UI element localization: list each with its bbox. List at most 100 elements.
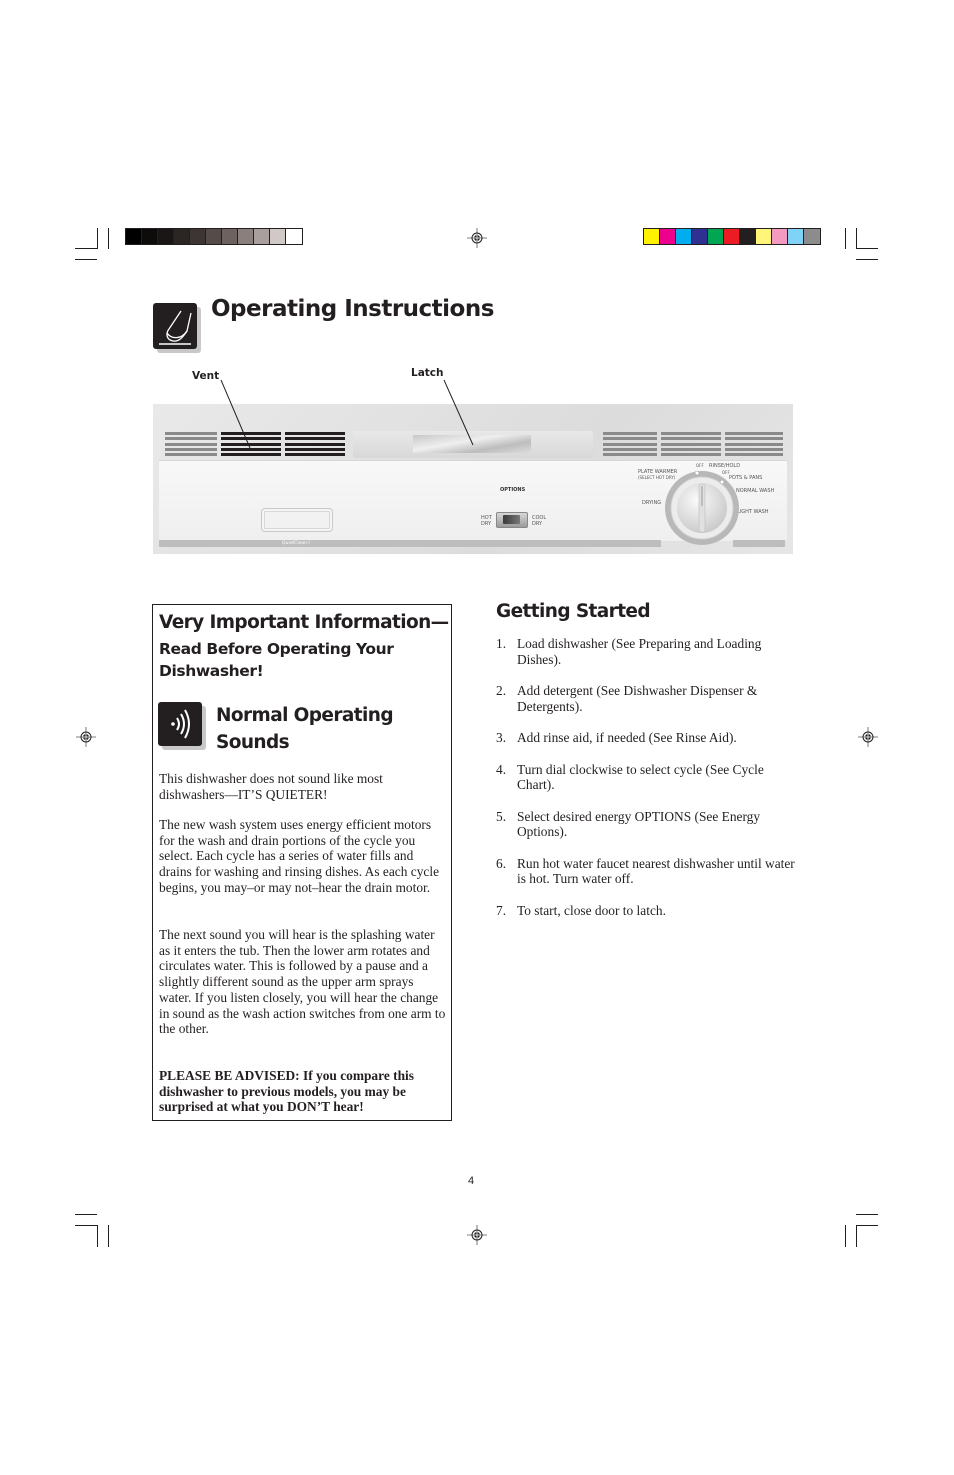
process-color-bar xyxy=(643,228,821,245)
step-number: 2. xyxy=(496,683,507,699)
dial-label-light-wash: LIGHT WASH xyxy=(737,509,769,515)
list-item: 4. Turn dial clockwise to select cycle (S… xyxy=(496,762,796,793)
step-number: 5. xyxy=(496,808,507,824)
getting-started-title: Getting Started xyxy=(496,601,651,622)
color-swatch xyxy=(126,229,142,244)
step-text: Load dishwasher (See Preparing and Loadi… xyxy=(517,636,762,667)
info-paragraph: The next sound you will hear is the spla… xyxy=(159,927,446,1037)
vent-leader-line xyxy=(220,379,251,449)
switch-label-hot: HOT DRY xyxy=(481,515,492,527)
color-swatch xyxy=(788,229,804,244)
color-swatch xyxy=(644,229,660,244)
crop-line xyxy=(108,1225,109,1247)
info-paragraph: This dishwasher does not sound like most… xyxy=(159,771,383,802)
info-heading: Very Important Information— xyxy=(159,612,449,633)
crop-line xyxy=(75,1214,97,1215)
step-number: 7. xyxy=(496,902,507,918)
step-number: 3. xyxy=(496,730,507,746)
crop-line xyxy=(845,1225,846,1247)
step-text: To start, close door to latch. xyxy=(517,902,666,918)
dial-label-off-top: OFF xyxy=(696,463,704,468)
advisory-paragraph: PLEASE BE ADVISED: If you compare this d… xyxy=(159,1068,414,1115)
switch-label-cool: COOL DRY xyxy=(532,515,547,527)
crop-line xyxy=(75,259,97,260)
brand-label: QuietClean I xyxy=(282,541,310,546)
color-swatch xyxy=(756,229,772,244)
info-paragraph: The new wash system uses energy efficien… xyxy=(159,817,440,895)
color-swatch xyxy=(254,229,270,244)
display-window xyxy=(261,508,333,532)
callout-leader-lines xyxy=(220,379,474,449)
color-swatch xyxy=(174,229,190,244)
list-item: 1. Load dishwasher (See Preparing and Loa… xyxy=(496,636,796,667)
list-item: 7. To start, close door to latch. xyxy=(496,903,796,919)
list-item: 6. Run hot water faucet nearest dishwashe… xyxy=(496,856,796,887)
crop-line xyxy=(97,1225,98,1247)
color-swatch xyxy=(676,229,692,244)
crop-line xyxy=(856,1225,857,1247)
color-swatch xyxy=(692,229,708,244)
color-swatch xyxy=(222,229,238,244)
latch-leader-line xyxy=(443,379,474,446)
color-swatch xyxy=(190,229,206,244)
hand-touch-icon xyxy=(153,303,201,353)
step-number: 1. xyxy=(496,636,507,651)
trim-strip xyxy=(733,540,785,547)
color-swatch xyxy=(724,229,740,244)
grayscale-color-bar xyxy=(125,228,303,245)
crop-line xyxy=(856,1214,878,1215)
crop-line xyxy=(856,228,857,249)
crop-line xyxy=(856,248,878,249)
switch-rocker xyxy=(503,515,520,524)
crop-line xyxy=(856,1225,878,1226)
step-number: 4. xyxy=(496,761,507,777)
color-swatch xyxy=(660,229,676,244)
hot-cool-dry-switch[interactable] xyxy=(496,512,528,528)
sound-waves-icon xyxy=(158,702,206,750)
section-title-normal-operating-sounds: Normal Operating Sounds xyxy=(216,705,394,753)
crop-line xyxy=(97,228,98,249)
registration-mark-icon xyxy=(467,228,487,248)
step-text: Run hot water faucet nearest dishwasher … xyxy=(517,855,795,887)
list-item: 2. Add detergent (See Dishwasher Dispense… xyxy=(496,683,796,714)
color-swatch xyxy=(206,229,222,244)
color-swatch xyxy=(772,229,788,244)
registration-mark-icon xyxy=(76,727,96,747)
info-subheading: Read Before Operating Your Dishwasher! xyxy=(159,640,394,680)
color-swatch xyxy=(238,229,254,244)
getting-started-steps: 1. Load dishwasher (See Preparing and Loa… xyxy=(496,636,796,934)
registration-mark-icon xyxy=(858,727,878,747)
vent-grille xyxy=(661,432,721,456)
step-text: Select desired energy OPTIONS (See Energ… xyxy=(517,808,761,840)
crop-line xyxy=(75,1225,97,1226)
page-number: 4 xyxy=(468,1175,475,1187)
crop-line xyxy=(108,228,109,249)
crop-line xyxy=(845,228,846,249)
registration-mark-icon xyxy=(467,1225,487,1245)
cycle-dial[interactable] xyxy=(664,470,740,546)
list-item: 5. Select desired energy OPTIONS (See Ene… xyxy=(496,809,796,840)
step-text: Add rinse aid, if needed (See Rinse Aid)… xyxy=(517,730,737,746)
vent-grille xyxy=(603,432,657,456)
important-info-box: Very Important Information— Read Before … xyxy=(152,604,452,1121)
color-swatch xyxy=(270,229,286,244)
color-swatch xyxy=(804,229,820,244)
step-number: 6. xyxy=(496,855,507,871)
crop-line xyxy=(75,248,97,249)
color-swatch xyxy=(740,229,756,244)
color-swatch xyxy=(286,229,302,244)
list-item: 3. Add rinse aid, if needed (See Rinse Ai… xyxy=(496,730,796,746)
trim-strip xyxy=(159,540,661,547)
vent-grille xyxy=(725,432,783,456)
step-text: Turn dial clockwise to select cycle (See… xyxy=(517,761,764,793)
step-text: Add detergent (See Dishwasher Dispenser … xyxy=(517,683,761,714)
crop-line xyxy=(856,259,878,260)
dial-label-normal-wash: NORMAL WASH xyxy=(736,488,775,494)
dial-label-drying: DRYING xyxy=(642,500,662,506)
color-swatch xyxy=(142,229,158,244)
color-swatch xyxy=(708,229,724,244)
page-title: Operating Instructions xyxy=(211,296,494,322)
options-label: OPTIONS xyxy=(500,487,526,493)
dial-label-rinse-hold: RINSE/HOLD xyxy=(709,463,741,469)
color-swatch xyxy=(158,229,174,244)
